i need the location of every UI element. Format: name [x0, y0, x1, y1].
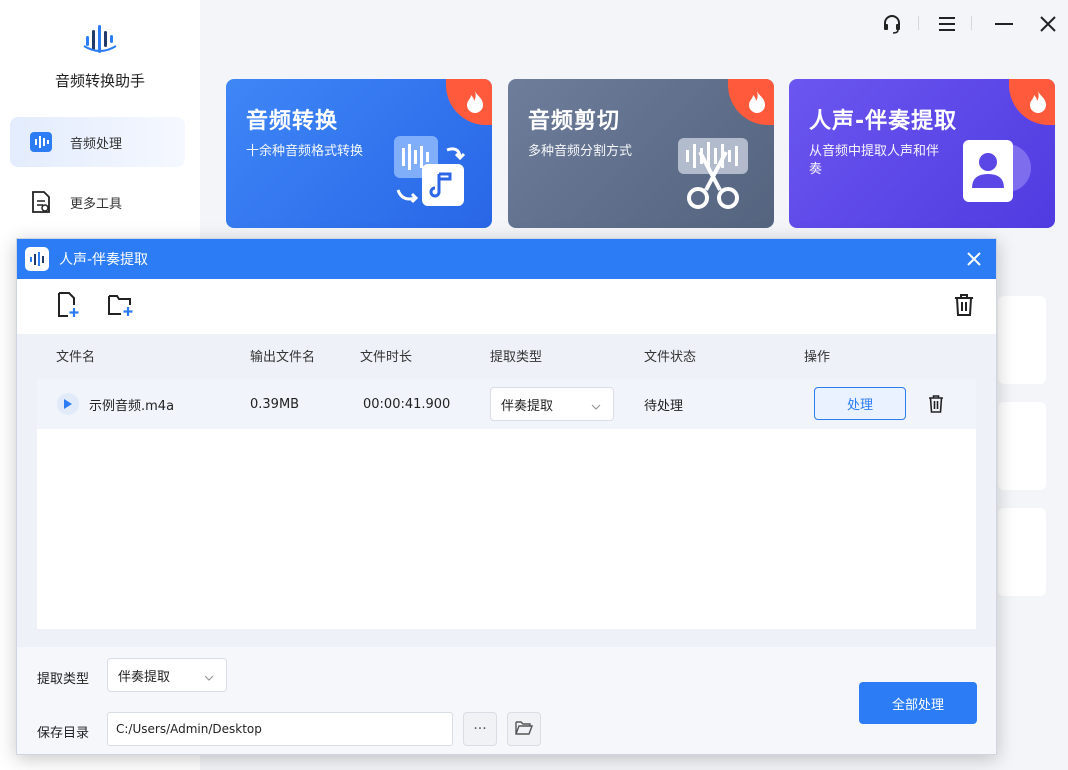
column-header: 文件状态 — [644, 350, 697, 365]
vocal-extract-dialog: 人声-伴奏提取 文件名 输出文件名 文件时长 提取类型 文件状态 操作 示例音频… — [16, 238, 997, 755]
chevron-down-icon — [204, 670, 214, 685]
card-vocal-extract[interactable]: 人声-伴奏提取 从音频中提取人声和伴奏 — [789, 79, 1055, 228]
convert-icon — [392, 134, 474, 214]
scissors-icon — [674, 134, 756, 214]
card-title: 人声-伴奏提取 — [809, 109, 958, 134]
card-desc: 十余种音频格式转换 — [246, 144, 364, 159]
divider — [918, 16, 919, 30]
audio-wave-icon — [30, 131, 52, 153]
hot-flame-icon — [728, 79, 774, 125]
trash-icon[interactable] — [950, 291, 978, 319]
app-logo-icon — [80, 22, 120, 56]
headset-icon[interactable] — [878, 10, 906, 38]
extract-type-label: 提取类型 — [37, 672, 90, 687]
card-audio-convert[interactable]: 音频转换 十余种音频格式转换 — [226, 79, 492, 228]
document-tools-icon — [30, 191, 52, 213]
column-header: 文件名 — [56, 350, 96, 365]
sidebar-item-more-tools[interactable]: 更多工具 — [10, 177, 185, 227]
output-size: 0.39MB — [250, 396, 300, 412]
sidebar-item-label: 音频处理 — [70, 136, 123, 152]
sidebar-item-audio-processing[interactable]: 音频处理 — [10, 117, 185, 167]
save-dir-label: 保存目录 — [37, 726, 90, 741]
vocal-user-icon — [955, 134, 1037, 214]
app-name: 音频转换助手 — [54, 72, 145, 90]
close-icon[interactable] — [962, 247, 986, 271]
background-panel — [998, 296, 1046, 384]
more-options-button[interactable]: ··· — [463, 712, 497, 746]
card-audio-cut[interactable]: 音频剪切 多种音频分割方式 — [508, 79, 774, 228]
process-all-button[interactable]: 全部处理 — [859, 682, 977, 724]
delete-row-icon[interactable] — [925, 393, 947, 415]
close-icon[interactable] — [1034, 10, 1062, 38]
card-title: 音频剪切 — [528, 109, 621, 134]
hot-flame-icon — [446, 79, 492, 125]
divider — [971, 16, 972, 30]
column-header: 提取类型 — [490, 350, 543, 365]
process-button[interactable]: 处理 — [814, 387, 906, 420]
duration: 00:00:41.900 — [363, 396, 451, 412]
select-value: 伴奏提取 — [501, 398, 554, 414]
column-header: 文件时长 — [360, 350, 413, 365]
menu-icon[interactable] — [933, 10, 961, 38]
card-desc: 多种音频分割方式 — [528, 144, 633, 159]
card-desc: 从音频中提取人声和伴奏 — [809, 144, 940, 177]
file-name: 示例音频.m4a — [89, 398, 175, 414]
add-folder-icon[interactable] — [107, 291, 135, 319]
column-header: 输出文件名 — [250, 350, 316, 365]
table-row: 示例音频.m4a 0.39MB 00:00:41.900 伴奏提取 待处理 处理 — [37, 379, 976, 429]
status-text: 待处理 — [644, 398, 684, 414]
more-dots: ··· — [473, 721, 487, 737]
minimize-icon[interactable] — [990, 10, 1018, 38]
dialog-header: 人声-伴奏提取 — [17, 239, 996, 279]
sidebar-item-label: 更多工具 — [70, 196, 123, 212]
extract-type-select[interactable]: 伴奏提取 — [490, 387, 614, 421]
card-title: 音频转换 — [246, 109, 339, 134]
play-icon[interactable] — [57, 393, 79, 415]
folder-icon — [515, 720, 534, 739]
background-panel — [998, 402, 1046, 490]
open-folder-button[interactable] — [507, 712, 541, 746]
hot-flame-icon — [1009, 79, 1055, 125]
select-value: 伴奏提取 — [118, 669, 171, 685]
dialog-title: 人声-伴奏提取 — [59, 252, 149, 268]
column-header: 操作 — [804, 350, 831, 365]
chevron-down-icon — [591, 399, 601, 414]
file-name-cell: 示例音频.m4a — [57, 379, 174, 429]
file-table: 文件名 输出文件名 文件时长 提取类型 文件状态 操作 示例音频.m4a 0.3… — [17, 334, 996, 647]
save-dir-input[interactable] — [107, 712, 453, 746]
dialog-footer: 提取类型 伴奏提取 保存目录 ··· 全部处理 — [17, 647, 996, 754]
add-file-icon[interactable] — [54, 291, 82, 319]
app-logo-icon — [25, 247, 49, 271]
background-panel — [998, 508, 1046, 596]
table-empty-area — [37, 429, 976, 629]
global-extract-type-select[interactable]: 伴奏提取 — [107, 658, 227, 692]
